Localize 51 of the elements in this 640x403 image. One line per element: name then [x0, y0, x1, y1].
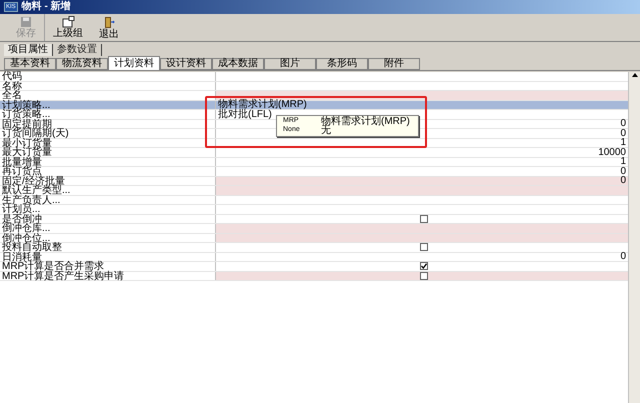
table-row[interactable]: 投料自动取整 — [0, 243, 628, 252]
field-label: 生产负责人... — [0, 196, 216, 204]
table-row[interactable]: 是否倒冲 — [0, 214, 628, 224]
option-name[interactable]: 无 — [321, 126, 331, 135]
checkbox[interactable] — [420, 243, 428, 252]
table-row[interactable]: 计划员... — [0, 205, 628, 214]
tab[interactable]: 计划资料 — [108, 56, 160, 70]
tab[interactable]: 成本数据 — [212, 58, 264, 70]
table-row[interactable]: 日消耗量 0 — [0, 252, 628, 262]
field-label: 默认生产类型... — [0, 186, 216, 194]
scrollbar[interactable] — [628, 72, 640, 403]
field-label: 固定/经济批量 — [0, 176, 216, 185]
tab[interactable]: 图片 — [264, 58, 316, 70]
field-label: 订货策略... — [0, 110, 216, 118]
tab[interactable]: 附件 — [368, 58, 420, 70]
field-label: 订货间隔期(天) — [0, 129, 216, 138]
table-row[interactable]: 固定/经济批量 0 — [0, 176, 628, 186]
table-row[interactable]: 代码 — [0, 72, 628, 82]
tab[interactable]: 物流资料 — [56, 58, 108, 70]
section-tab[interactable]: 参数设置 — [53, 44, 102, 56]
window-title: 物料 - 新增 — [22, 2, 71, 12]
table-row[interactable]: 生产负责人... — [0, 196, 628, 205]
field-label: 投料自动取整 — [0, 243, 216, 252]
section-tab[interactable]: 项目属性 — [4, 44, 53, 56]
table-row[interactable]: 计划策略... 物料需求计划(MRP) — [0, 100, 628, 110]
field-label: 计划员... — [0, 205, 216, 214]
field-label: 是否倒冲 — [0, 214, 216, 223]
option-name[interactable]: 物料需求计划(MRP) — [321, 117, 410, 126]
table-row[interactable]: 再订货点 0 — [0, 167, 628, 176]
table-row[interactable]: 最大订货量 10000 — [0, 148, 628, 158]
tab[interactable]: 设计资料 — [160, 58, 212, 70]
table-row[interactable]: MRP计算是否合并需求 — [0, 262, 628, 272]
scroll-up-arrow-icon[interactable] — [630, 72, 638, 78]
folder-icon — [62, 16, 74, 28]
checkbox[interactable] — [420, 262, 428, 270]
tab[interactable]: 条形码 — [316, 58, 368, 70]
field-label: 倒冲仓库... — [0, 224, 216, 232]
table-row[interactable]: 名称 — [0, 82, 628, 91]
door-icon — [103, 16, 115, 28]
field-label: 全名 — [0, 91, 216, 100]
field-label: 最大订货量 — [0, 148, 216, 156]
field-label: MRP计算是否产生采购申请 — [0, 272, 216, 280]
table-row[interactable]: 批量增量 1 — [0, 158, 628, 167]
tab[interactable]: 基本资料 — [4, 58, 56, 70]
field-label: MRP计算是否合并需求 — [0, 262, 216, 270]
field-label: 代码 — [0, 72, 216, 80]
toolbar-button[interactable]: 退出 — [91, 14, 127, 41]
table-row[interactable]: MRP计算是否产生采购申请 — [0, 272, 628, 281]
checkmark-icon — [421, 263, 427, 270]
field-label: 再订货点 — [0, 167, 216, 176]
toolbar-button[interactable]: 上级组 — [45, 14, 91, 41]
